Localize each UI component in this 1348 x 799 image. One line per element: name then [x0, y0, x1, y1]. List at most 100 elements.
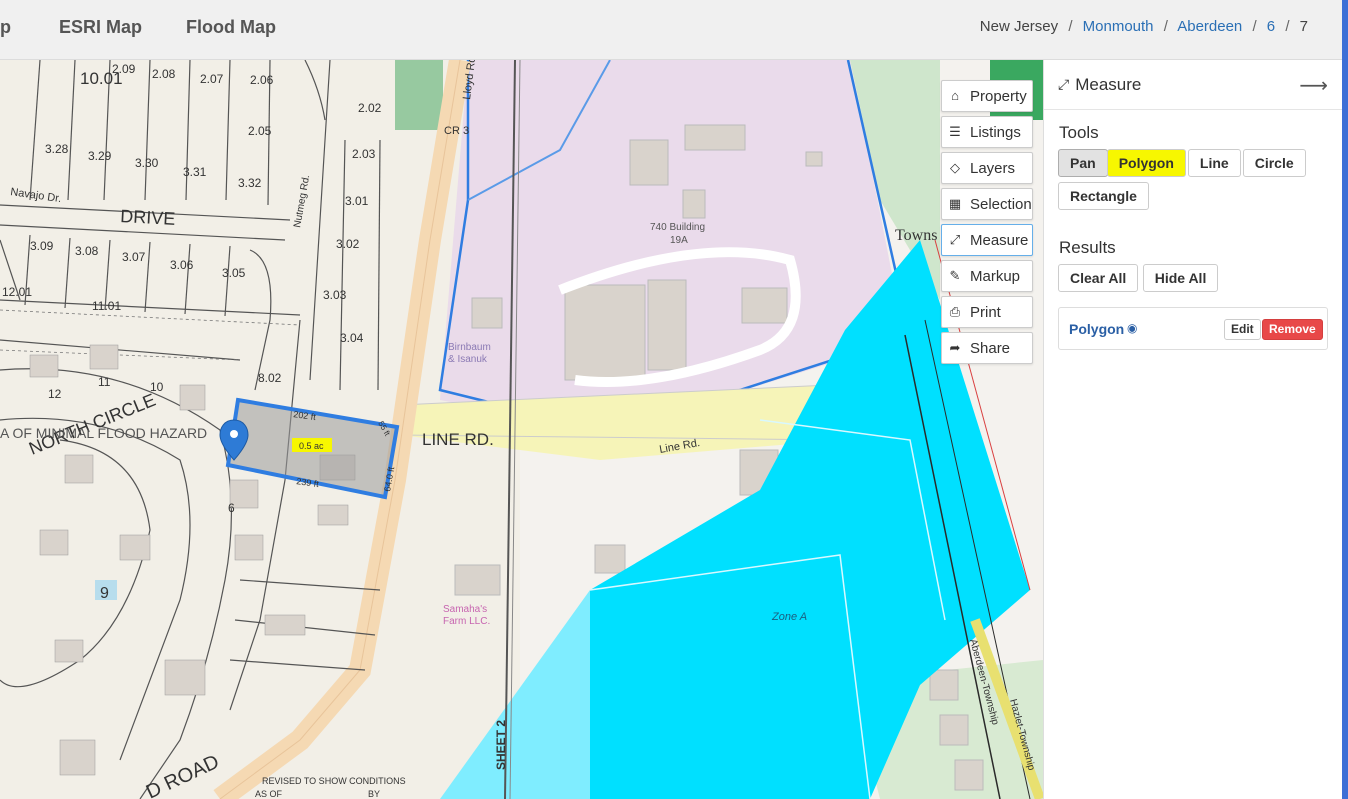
map-label-birnbaum: Birnbaum — [448, 342, 491, 353]
lot-label: 11 — [98, 375, 111, 389]
measure-panel-header: ⤢ Measure ⟶ — [1044, 60, 1342, 110]
lot-label: 3.30 — [135, 156, 159, 170]
map-label-township: Towns — [895, 227, 937, 244]
breadcrumb-block[interactable]: 6 — [1267, 18, 1275, 35]
layers-button[interactable]: ◇ Layers — [941, 152, 1033, 184]
lot-label: 3.05 — [222, 266, 246, 280]
clear-all-button[interactable]: Clear All — [1058, 264, 1139, 292]
map-label-minimal-flood: A OF MINIMAL FLOOD HAZARD — [0, 425, 207, 441]
map-label-line-rd: LINE RD. — [422, 430, 494, 449]
map-label-building-sub: 19A — [670, 235, 688, 246]
map-label-drive: DRIVE — [120, 206, 176, 229]
lot-label: 10.01 — [80, 69, 123, 88]
measure-button-label: Measure — [970, 231, 1029, 249]
tab-esri-map[interactable]: ESRI Map — [59, 17, 142, 38]
collapse-arrow-icon[interactable]: ⟶ — [1299, 73, 1328, 98]
pan-tool-button[interactable]: Pan — [1058, 149, 1108, 177]
lot-label: 12.01 — [2, 285, 32, 299]
measure-icon: ⤢ — [1058, 76, 1070, 92]
map-label-zone-a: Zone A — [771, 611, 807, 623]
tools-heading: Tools — [1059, 123, 1099, 142]
selection-button-label: Selection — [970, 195, 1032, 213]
layers-button-label: Layers — [970, 159, 1016, 177]
measure-icon: ⤢ — [949, 232, 961, 247]
selection-button[interactable]: ▦ Selection — [941, 188, 1033, 220]
tool-buttons: Pan Polygon Line Circle — [1058, 149, 1338, 177]
map-graphics: Lloyd Rd. CR 3 DRIVE Navajo Dr. Nutmeg R… — [0, 60, 1043, 799]
polygon-tool-button[interactable]: Polygon — [1106, 149, 1186, 177]
map-label-revised: REVISED TO SHOW CONDITIONS — [262, 776, 406, 786]
lot-label: 3.04 — [340, 331, 364, 345]
edit-result-button[interactable]: Edit — [1224, 319, 1261, 340]
listings-button-label: Listings — [970, 123, 1021, 141]
lot-label: 8.02 — [258, 371, 282, 385]
markup-button[interactable]: ✎ Markup — [941, 260, 1033, 292]
measure-button[interactable]: ⤢ Measure — [941, 224, 1033, 256]
eye-icon[interactable]: ◉ — [1127, 321, 1137, 335]
lot-label: 2.03 — [352, 147, 376, 161]
panel-title: Measure — [1075, 74, 1142, 94]
lot-label: 3.08 — [75, 244, 99, 258]
lot-label: 3.09 — [30, 239, 54, 253]
circle-tool-button[interactable]: Circle — [1242, 149, 1306, 177]
results-heading: Results — [1059, 238, 1116, 257]
lot-label: 12 — [48, 387, 62, 401]
map-label-cr3: CR 3 — [444, 125, 469, 137]
breadcrumb-separator: / — [1068, 18, 1073, 35]
map-label-by: BY — [368, 789, 380, 799]
map-label-building: 740 Building — [650, 222, 705, 233]
grid-icon: ▦ — [948, 196, 962, 211]
lot-label: 2.02 — [358, 101, 382, 115]
lot-label: 3.01 — [345, 194, 369, 208]
lot-label: 3.32 — [238, 176, 262, 190]
hide-all-button[interactable]: Hide All — [1142, 264, 1219, 292]
lot-label: 3.28 — [45, 142, 69, 156]
lot-label: 3.03 — [323, 288, 347, 302]
map-label-samaha: Samaha's — [443, 604, 487, 615]
breadcrumb-county[interactable]: Monmouth — [1083, 18, 1154, 35]
breadcrumb-separator: / — [1285, 18, 1290, 35]
map-label-as-of: AS OF — [255, 789, 283, 799]
breadcrumb-town[interactable]: Aberdeen — [1177, 18, 1242, 35]
map-canvas[interactable]: Lloyd Rd. CR 3 DRIVE Navajo Dr. Nutmeg R… — [0, 60, 1043, 799]
result-item-name[interactable]: Polygon — [1069, 321, 1124, 337]
tab-flood-map[interactable]: Flood Map — [186, 17, 276, 38]
breadcrumb-separator: / — [1163, 18, 1168, 35]
tab-map-partial[interactable]: p — [0, 17, 11, 38]
top-nav-bar: p ESRI Map Flood Map New Jersey / Monmou… — [0, 0, 1342, 60]
property-button[interactable]: ⌂ Property — [941, 80, 1033, 112]
print-icon: ⎙ — [949, 304, 961, 319]
lot-label: 3.06 — [170, 258, 194, 272]
brush-icon: ✎ — [949, 268, 961, 283]
map-label-samaha-2: Farm LLC. — [443, 616, 490, 627]
print-button[interactable]: ⎙ Print — [941, 296, 1033, 328]
remove-result-button[interactable]: Remove — [1262, 319, 1323, 340]
breadcrumb-separator: / — [1252, 18, 1257, 35]
share-button[interactable]: ➦ Share — [941, 332, 1033, 364]
lot-label: 6 — [228, 501, 235, 515]
line-tool-button[interactable]: Line — [1187, 149, 1241, 177]
listings-button[interactable]: ☰ Listings — [941, 116, 1033, 148]
home-icon: ⌂ — [951, 88, 959, 103]
layers-icon: ◇ — [950, 160, 960, 175]
list-icon: ☰ — [949, 124, 961, 139]
lot-label: 3.07 — [122, 250, 146, 264]
share-button-label: Share — [970, 339, 1011, 357]
lot-label: 3.29 — [88, 149, 112, 163]
page-scrollbar[interactable] — [1342, 0, 1348, 799]
lot-label: 9 — [100, 585, 109, 602]
markup-button-label: Markup — [970, 267, 1021, 285]
print-button-label: Print — [970, 303, 1001, 321]
map-label-birnbaum-2: & Isanuk — [448, 354, 488, 365]
lot-label: 2.05 — [248, 124, 272, 138]
lot-label: 3.31 — [183, 165, 207, 179]
lot-label: 2.07 — [200, 72, 224, 86]
lot-label: 2.08 — [152, 67, 176, 81]
lot-label: 11.01 — [92, 299, 121, 313]
breadcrumb-state: New Jersey — [979, 18, 1059, 35]
result-actions: Clear All Hide All — [1058, 264, 1219, 292]
share-icon: ➦ — [949, 340, 961, 355]
measure-panel: ⤢ Measure ⟶ Tools Pan Polygon Line Circle R… — [1043, 60, 1342, 799]
rectangle-tool-button[interactable]: Rectangle — [1058, 182, 1149, 210]
measure-area-label: 0.5 ac — [299, 441, 324, 451]
